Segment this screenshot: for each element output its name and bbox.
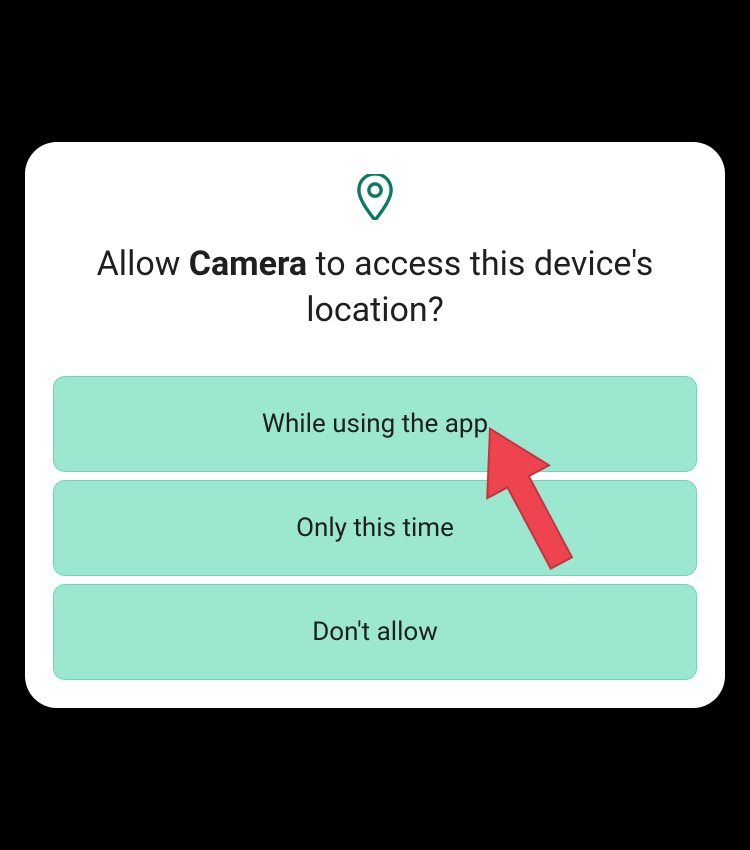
location-pin-icon bbox=[356, 174, 394, 224]
button-stack: While using the app Only this time Don't… bbox=[53, 376, 697, 680]
dont-allow-button[interactable]: Don't allow bbox=[53, 584, 697, 680]
only-this-time-button[interactable]: Only this time bbox=[53, 480, 697, 576]
while-using-button[interactable]: While using the app bbox=[53, 376, 697, 472]
title-prefix: Allow bbox=[97, 244, 189, 284]
dialog-title: Allow Camera to access this device's loc… bbox=[53, 242, 697, 334]
dialog-icon-wrap bbox=[53, 174, 697, 224]
only-this-time-label: Only this time bbox=[296, 513, 454, 543]
permission-dialog: Allow Camera to access this device's loc… bbox=[25, 142, 725, 708]
title-app-name: Camera bbox=[189, 244, 307, 284]
title-suffix: to access this device's location? bbox=[306, 244, 653, 330]
dont-allow-label: Don't allow bbox=[312, 617, 438, 647]
while-using-label: While using the app bbox=[262, 409, 488, 439]
